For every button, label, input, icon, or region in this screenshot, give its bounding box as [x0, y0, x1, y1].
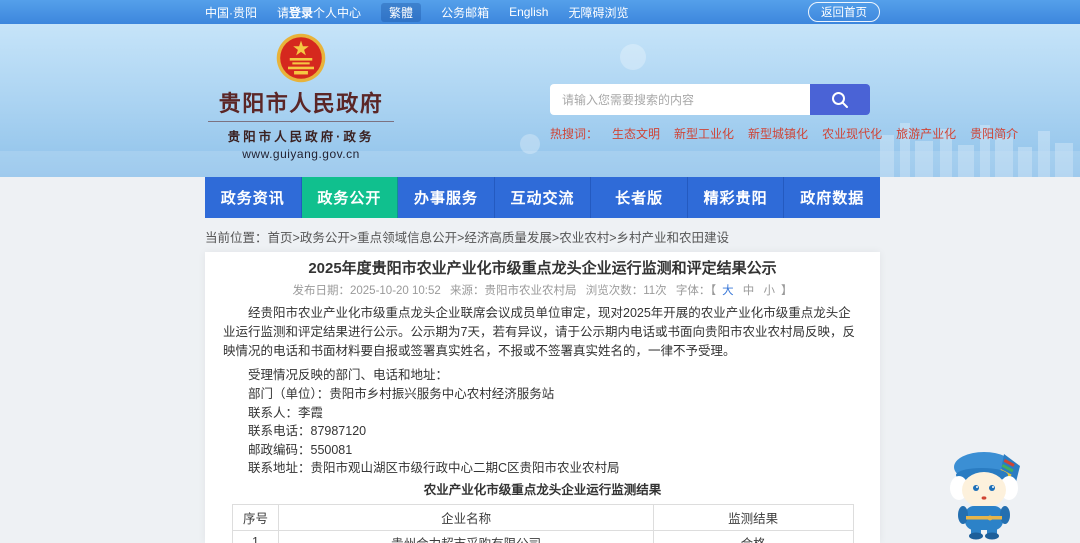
article-source: 来源：贵阳市农业农村局: [450, 285, 577, 297]
search-input[interactable]: [550, 84, 810, 115]
font-size-small-button[interactable]: 小: [764, 285, 776, 297]
search-button[interactable]: [810, 84, 870, 115]
hot-word-link[interactable]: 新型工业化: [674, 125, 734, 142]
header-cell-result: 监测结果: [652, 503, 854, 531]
publish-date: 发布日期：2025-10-20 10:52: [292, 285, 441, 297]
article-card: 2025年度贵阳市农业产业化市级重点龙头企业运行监测和评定结果公示 发布日期：2…: [205, 252, 880, 543]
contact-phone-line: 联系电话：87987120: [248, 424, 367, 438]
view-count: 浏览次数：11次: [585, 285, 667, 297]
site-name: 贵阳市人民政府: [208, 86, 394, 122]
hot-word-link[interactable]: 旅游产业化: [896, 125, 956, 142]
return-home-button[interactable]: 返回首页: [808, 2, 880, 22]
link-china-guiyang[interactable]: 中国·贵阳: [205, 4, 257, 21]
hot-search-label: 热搜词：: [550, 127, 599, 141]
article-paragraph: 受理情况反映的部门、电话和地址：: [248, 368, 449, 382]
link-login-personal-center[interactable]: 请登录个人中心: [277, 4, 361, 21]
site-url: www.guiyang.gov.cn: [242, 147, 360, 161]
monitoring-result-table: 序号 企业名称 监测结果 1 贵州合力超市采购有限公司 合格 2 贵州友禾种业有…: [231, 503, 854, 543]
cell-result: 合格: [652, 529, 854, 543]
article-title: 2025年度贵阳市农业产业化市级重点龙头企业运行监测和评定结果公示: [308, 260, 777, 277]
breadcrumb-path[interactable]: 首页>政务公开>重点领域信息公开>经济高质量发展>农业农村>乡村产业和农田建设: [268, 231, 730, 245]
main-navigation: 政务资讯 政务公开 办事服务 互动交流 长者版 精彩贵阳 政府数据: [205, 177, 881, 218]
article-meta: 发布日期：2025-10-20 10:52 来源：贵阳市农业农村局 浏览次数：1…: [223, 282, 862, 298]
hot-word-link[interactable]: 贵阳简介: [970, 125, 1018, 142]
nav-item-zhengfu-shuju[interactable]: 政府数据: [784, 177, 881, 218]
breadcrumb: 当前位置：首页>政务公开>重点领域信息公开>经济高质量发展>农业农村>乡村产业和…: [205, 227, 729, 246]
nav-item-banshi-fuwu[interactable]: 办事服务: [398, 177, 495, 218]
font-size-large-button[interactable]: 大: [722, 285, 734, 297]
site-logo-block[interactable]: 贵阳市人民政府 贵阳市人民政府·政务 www.guiyang.gov.cn: [208, 32, 394, 161]
link-official-mail[interactable]: 公务邮箱: [441, 4, 489, 21]
site-header-banner: 贵阳市人民政府 贵阳市人民政府·政务 www.guiyang.gov.cn 热搜…: [0, 24, 1080, 177]
article-paragraph: 经贵阳市农业产业化市级重点龙头企业联席会议成员单位审定，现对2025年开展的农业…: [223, 306, 855, 358]
national-emblem-icon: [276, 33, 326, 83]
contact-postcode-line: 邮政编码：550081: [248, 442, 353, 457]
hot-search-row: 热搜词： 生态文明 新型工业化 新型城镇化 农业现代化 旅游产业化 贵阳简介: [550, 125, 1018, 142]
link-accessibility[interactable]: 无障碍浏览: [568, 4, 628, 21]
cell-number: 1: [231, 529, 280, 543]
nav-item-jingcai-guiyang[interactable]: 精彩贵阳: [687, 177, 785, 218]
table-header-row: 序号 企业名称 监测结果: [231, 503, 854, 531]
site-subtitle: 贵阳市人民政府·政务: [227, 130, 375, 144]
login-bold-text: 登录: [289, 5, 314, 20]
banner-bokeh-decoration: [620, 44, 646, 70]
contact-address-line: 联系地址：贵阳市观山湖区市级行政中心二期C区贵阳市农业农村局: [248, 461, 620, 475]
hot-word-link[interactable]: 新型城镇化: [748, 125, 808, 142]
search-icon: [832, 91, 848, 108]
font-size-medium-button[interactable]: 中: [743, 285, 755, 297]
header-cell-number: 序号: [231, 503, 280, 531]
contact-department-line: 部门（单位）：贵阳市乡村振兴服务中心农村经济服务站: [248, 387, 555, 401]
breadcrumb-label: 当前位置：: [205, 231, 268, 245]
nav-item-zhengwu-zixun[interactable]: 政务资讯: [205, 177, 302, 218]
contact-person-line: 联系人：李霞: [248, 405, 324, 420]
login-suffix: 个人中心: [313, 5, 362, 20]
nav-item-zhangzheban[interactable]: 长者版: [591, 177, 688, 218]
mascot-assistant[interactable]: [946, 446, 1026, 540]
site-search: [550, 84, 870, 115]
nav-item-hudong-jiaoliu[interactable]: 互动交流: [494, 177, 592, 218]
font-size-label-close: 】: [781, 285, 793, 297]
link-traditional-chinese[interactable]: 繁體: [381, 2, 422, 22]
top-utility-bar: 中国·贵阳 请登录个人中心 繁體 公务邮箱 English 无障碍浏览 返回首页: [0, 0, 1080, 24]
font-size-label: 字体：【: [675, 285, 717, 297]
cell-company: 贵州合力超市采购有限公司: [278, 529, 654, 543]
table-caption: 农业产业化市级重点龙头企业运行监测结果: [423, 482, 662, 497]
top-utility-links: 中国·贵阳 请登录个人中心 繁體 公务邮箱 English 无障碍浏览 返回首页: [205, 2, 880, 22]
hot-word-link[interactable]: 生态文明: [612, 125, 660, 142]
hot-word-link[interactable]: 农业现代化: [822, 125, 882, 142]
header-cell-company: 企业名称: [278, 503, 654, 531]
nav-item-zhengwu-gongkai[interactable]: 政务公开: [301, 177, 399, 218]
login-prefix: 请: [277, 5, 290, 20]
link-english[interactable]: English: [509, 5, 548, 19]
table-row: 1 贵州合力超市采购有限公司 合格: [231, 529, 854, 543]
